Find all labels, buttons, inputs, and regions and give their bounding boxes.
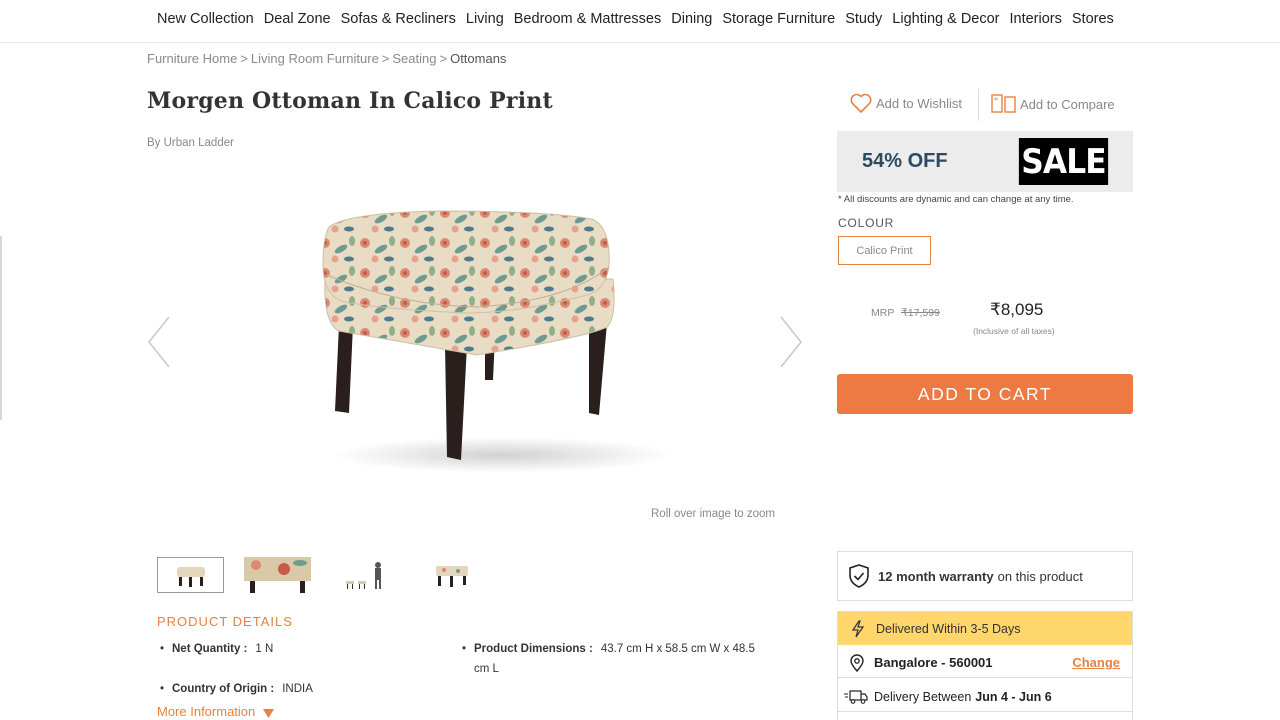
nav-item-living[interactable]: Living [466,11,504,27]
sale-banner: 54% OFF SALE [837,131,1133,192]
more-information-link[interactable]: More Information [157,704,274,719]
mrp-value: ₹17,599 [901,307,940,319]
shield-check-icon [849,564,869,588]
product-image-gallery[interactable] [147,165,807,510]
warranty-text: on this product [997,568,1083,584]
nav-item-new-collection[interactable]: New Collection [157,11,254,27]
detail-label: Net Quantity : [172,643,248,655]
bullet-icon: • [160,683,165,695]
breadcrumb-separator: > [439,51,448,66]
detail-label: Product Dimensions : [474,643,593,655]
bullet-icon: • [462,643,467,655]
more-information-label: More Information [157,704,256,719]
thumbnail-scale-reference[interactable] [331,557,398,593]
tax-note: (Inclusive of all taxes) [973,326,1055,336]
detail-value: cm L [474,663,499,675]
breadcrumb-item-seating[interactable]: Seating [392,51,436,66]
product-title: Morgen Ottoman In Calico Print [147,88,553,114]
nav-item-stores[interactable]: Stores [1072,11,1114,27]
detail-value: 1 N [255,643,274,655]
nav-item-bedroom-mattresses[interactable]: Bedroom & Mattresses [514,11,661,27]
warranty-duration: 12 month warranty [878,568,994,584]
colour-label: COLOUR [838,216,895,230]
next-image-arrow-icon[interactable] [779,315,803,369]
discount-percent: 54% OFF [862,150,948,172]
detail-label: Country of Origin : [172,683,275,695]
wishlist-label: Add to Wishlist [876,95,962,111]
delivery-date-range: Delivery Between Jun 4 - Jun 6 [838,682,1132,712]
delivery-info: Delivered Within 3-5 Days Bangalore - 56… [837,611,1133,720]
add-to-cart-button[interactable]: ADD TO CART [837,374,1133,414]
delivery-between-label: Delivery Between [874,689,972,704]
lightning-icon [852,619,864,637]
delivery-location: Bangalore - 560001 Change [838,648,1132,678]
breadcrumb-separator: > [240,51,248,66]
selling-price: ₹8,095 [990,300,1044,319]
brand-byline[interactable]: By Urban Ladder [147,137,234,149]
sale-badge: SALE [1018,138,1109,185]
caret-down-icon [262,708,274,718]
top-navigation: New Collection Deal Zone Sofas & Recliners… [0,0,1280,43]
detail-dimensions-cont: cm L [474,663,499,675]
zoom-hint: Roll over image to zoom [651,508,775,520]
detail-value: INDIA [282,683,313,695]
breadcrumb-current: Ottomans [450,51,507,66]
add-to-compare-button[interactable]: * Add to Compare [991,94,1115,114]
thumbnail-angle-view[interactable] [418,557,485,593]
side-edge-divider [0,236,2,420]
breadcrumb-item-living-room[interactable]: Living Room Furniture [251,51,379,66]
detail-country-origin: • Country of Origin : INDIA [157,683,313,695]
fast-delivery-banner: Delivered Within 3-5 Days [838,612,1132,645]
thumbnail-fabric-closeup[interactable] [244,557,311,593]
change-pincode-link[interactable]: Change [1072,655,1120,670]
heart-icon [850,93,872,113]
action-divider [978,89,979,121]
nav-item-storage-furniture[interactable]: Storage Furniture [722,11,835,27]
svg-text:*: * [994,96,998,105]
truck-icon [844,689,868,704]
fast-delivery-text: Delivered Within 3-5 Days [876,621,1021,636]
delivery-dates: Jun 4 - Jun 6 [975,689,1052,704]
compare-label: Add to Compare [1020,96,1115,112]
product-details-heading: PRODUCT DETAILS [157,614,293,629]
compare-icon: * [991,94,1016,113]
prev-image-arrow-icon[interactable] [147,315,171,369]
add-to-wishlist-button[interactable]: Add to Wishlist [850,93,962,113]
nav-item-deal-zone[interactable]: Deal Zone [264,11,331,27]
delivery-pincode: Bangalore - 560001 [874,655,993,670]
thumbnail-front-view[interactable] [157,557,224,593]
bullet-icon: • [160,643,165,655]
breadcrumb-item-furniture-home[interactable]: Furniture Home [147,51,237,66]
location-pin-icon [850,653,864,672]
detail-dimensions: • Product Dimensions : 43.7 cm H x 58.5 … [459,643,755,655]
mrp-price: MRP ₹17,599 [871,307,940,319]
ottoman-product-image[interactable] [317,205,677,475]
detail-value: 43.7 cm H x 58.5 cm W x 48.5 [600,643,755,655]
breadcrumb: Furniture Home > Living Room Furniture >… [147,51,506,66]
nav-item-lighting-decor[interactable]: Lighting & Decor [892,11,999,27]
nav-item-study[interactable]: Study [845,11,882,27]
detail-net-quantity: • Net Quantity : 1 N [157,643,273,655]
discount-disclaimer: * All discounts are dynamic and can chan… [838,194,1074,205]
thumbnail-strip [157,557,485,593]
nav-list: New Collection Deal Zone Sofas & Recliners… [157,11,1124,27]
breadcrumb-separator: > [381,51,390,66]
colour-option-calico-print[interactable]: Calico Print [838,236,931,265]
nav-item-sofas-recliners[interactable]: Sofas & Recliners [341,11,456,27]
nav-item-interiors[interactable]: Interiors [1010,11,1062,27]
warranty-info: 12 month warranty on this product [837,551,1133,601]
mrp-label: MRP [871,307,895,319]
nav-item-dining[interactable]: Dining [671,11,712,27]
